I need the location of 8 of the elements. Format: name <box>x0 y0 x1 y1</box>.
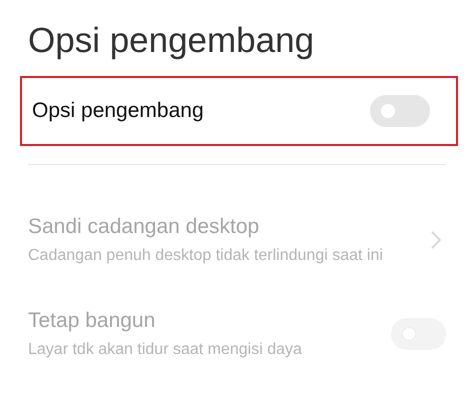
setting-description: Layar tdk akan tidur saat mengisi daya <box>28 340 303 360</box>
setting-label: Opsi pengembang <box>32 99 204 123</box>
toggle-switch[interactable] <box>370 95 430 127</box>
setting-title: Sandi cadangan desktop <box>28 214 260 240</box>
page-title: Opsi pengembang <box>28 20 316 62</box>
setting-description: Cadangan penuh desktop tidak terlindungi saat ini <box>28 246 384 266</box>
chevron-right-icon[interactable] <box>430 230 442 250</box>
setting-title: Tetap bangun <box>28 308 156 334</box>
